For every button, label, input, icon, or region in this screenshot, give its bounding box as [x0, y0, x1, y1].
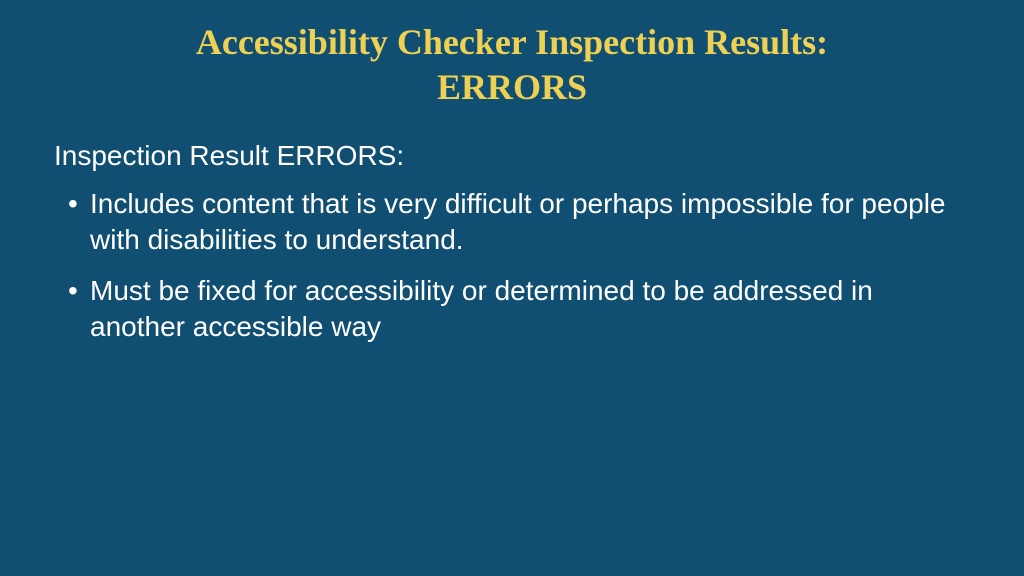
list-item: Must be fixed for accessibility or deter… — [90, 273, 974, 346]
title-line-2: ERRORS — [437, 67, 587, 107]
bullet-list: Includes content that is very difficult … — [50, 186, 974, 346]
slide-subtitle: Inspection Result ERRORS: — [54, 140, 974, 172]
title-line-1: Accessibility Checker Inspection Results… — [196, 22, 828, 62]
slide-container: Accessibility Checker Inspection Results… — [0, 0, 1024, 576]
slide-title: Accessibility Checker Inspection Results… — [50, 20, 974, 110]
list-item: Includes content that is very difficult … — [90, 186, 974, 259]
